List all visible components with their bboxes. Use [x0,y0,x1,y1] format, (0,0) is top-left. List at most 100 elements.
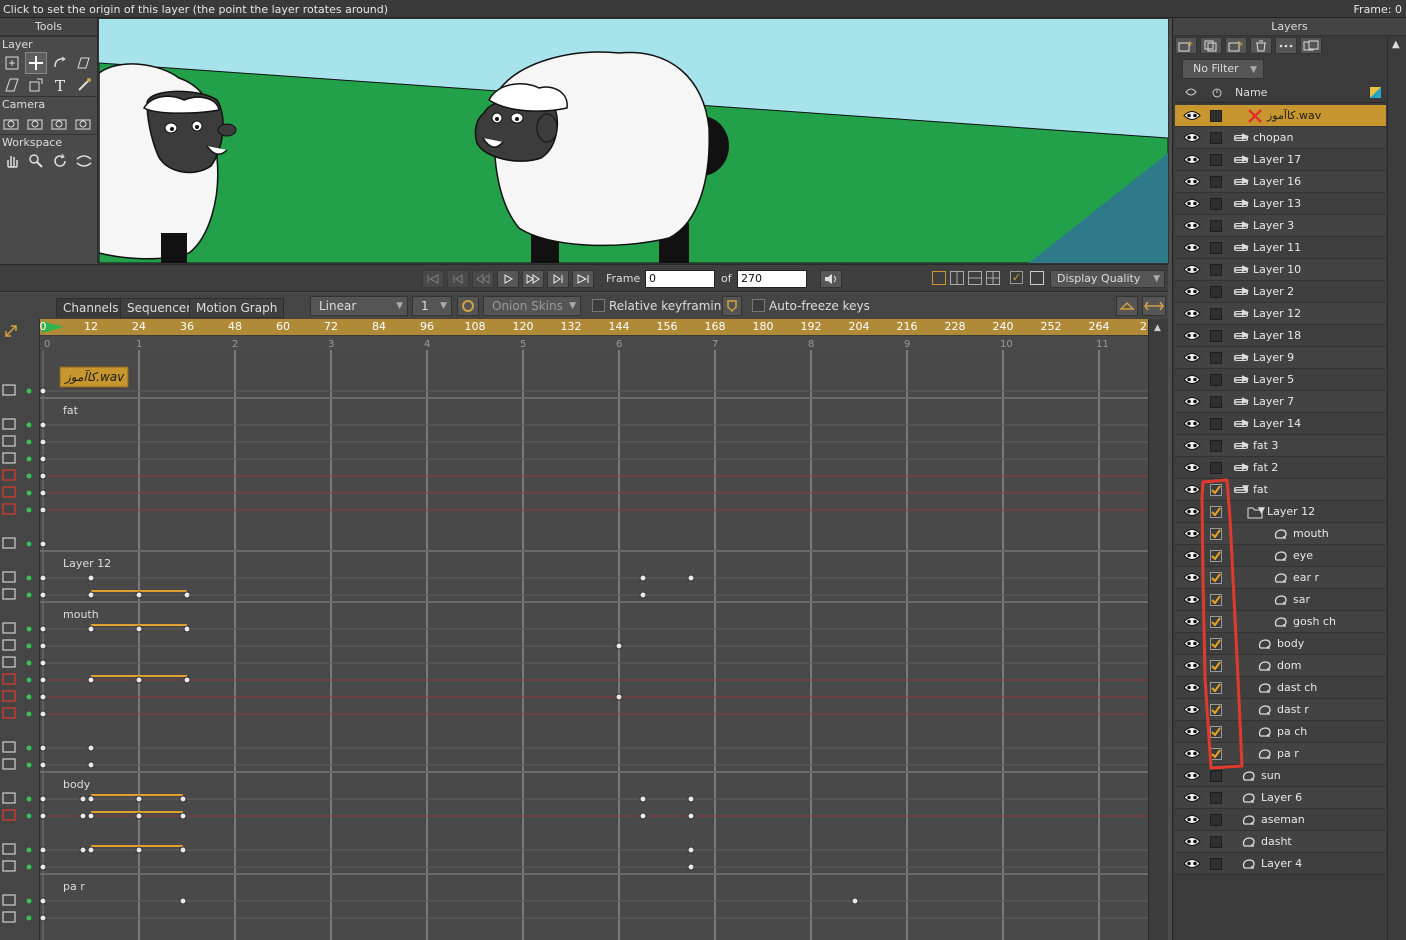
visibility-eye-icon[interactable] [1183,703,1201,716]
quad-view-icon[interactable] [986,271,1000,285]
visibility-eye-icon[interactable] [1183,285,1201,298]
transform-layer-tool-icon[interactable] [25,74,47,96]
text-tool-icon[interactable]: T [49,74,71,96]
freeze-keys-icon[interactable] [722,296,742,316]
layer-row[interactable]: ▶ Layer 2 [1175,281,1386,303]
interpolation-dropdown[interactable]: Linear ▼ [310,296,408,316]
layer-row[interactable]: ▶ Layer 7 [1175,391,1386,413]
visibility-eye-icon[interactable] [1183,483,1201,496]
visibility-eye-icon[interactable] [1183,813,1201,826]
layer-row[interactable]: ▶ Layer 12 [1175,303,1386,325]
visibility-eye-icon[interactable] [1183,241,1201,254]
layer-timing-checkbox[interactable] [1210,308,1222,320]
layer-timing-checkbox[interactable] [1210,572,1222,584]
layers-scrollbar[interactable]: ▲ [1387,37,1406,940]
layer-row[interactable]: ▶ Layer 10 [1175,259,1386,281]
visibility-eye-icon[interactable] [1183,857,1201,870]
timer-column-icon[interactable] [1211,86,1223,98]
group-layer-icon[interactable] [1300,37,1322,54]
layer-timing-checkbox[interactable] [1210,770,1222,782]
split-horizontal-view-icon[interactable] [968,271,982,285]
frame-ruler[interactable]: 0 12 24 36 48 60 72 84 96 108 120 132 144 156 168 180 19… [40,319,1148,336]
layer-timing-checkbox[interactable] [1210,638,1222,650]
go-to-end-icon[interactable] [572,270,594,288]
layer-timing-checkbox[interactable] [1210,660,1222,672]
visibility-eye-icon[interactable] [1183,549,1201,562]
layer-timing-checkbox[interactable] [1210,220,1222,232]
layer-row[interactable]: sun [1175,765,1386,787]
visibility-eye-icon[interactable] [1183,835,1201,848]
layer-row[interactable]: ▶ Layer 17 [1175,149,1386,171]
safe-area-icon[interactable] [1030,271,1044,285]
layer-row[interactable]: dom [1175,655,1386,677]
zoom-tool-icon[interactable] [25,150,47,172]
split-vertical-view-icon[interactable] [950,271,964,285]
visibility-eye-icon[interactable] [1183,681,1201,694]
collapse-up-icon[interactable] [1116,296,1138,316]
layer-timing-checkbox[interactable] [1210,462,1222,474]
layer-row[interactable]: Layer 4 [1175,853,1386,875]
layer-filter-dropdown[interactable]: No Filter ▼ [1182,59,1264,79]
layer-timing-checkbox[interactable] [1210,726,1222,738]
layer-timing-checkbox[interactable] [1210,506,1222,518]
more-options-icon[interactable] [1275,37,1297,54]
layer-timing-checkbox[interactable] [1210,418,1222,430]
layer-timing-checkbox[interactable] [1210,748,1222,760]
tab-channels[interactable]: Channels [56,298,126,318]
visibility-eye-icon[interactable] [1183,527,1201,540]
timeline-channels[interactable]: 0 1 2 3 4 5 6 7 8 9 10 11 کاآموز.wav fat Layer 12 mouth… [40,336,1148,940]
visibility-eye-icon[interactable] [1183,109,1201,122]
step-forward-icon[interactable] [522,270,544,288]
layer-timing-checkbox[interactable] [1210,704,1222,716]
layer-timing-checkbox[interactable] [1210,352,1222,364]
visibility-eye-icon[interactable] [1183,725,1201,738]
layer-row[interactable]: gosh ch [1175,611,1386,633]
set-origin-tool-icon[interactable] [25,52,47,74]
expand-timeline-icon[interactable] [1142,296,1166,316]
layer-timing-checkbox[interactable] [1210,374,1222,386]
canvas-viewport[interactable] [99,18,1168,263]
layer-row[interactable]: ▶ Layer 18 [1175,325,1386,347]
layer-timing-checkbox[interactable] [1210,682,1222,694]
layer-timing-checkbox[interactable] [1210,242,1222,254]
layer-row[interactable]: ▶ Layer 3 [1175,215,1386,237]
camera-pan-tilt-icon[interactable] [73,112,95,134]
visibility-eye-icon[interactable] [1183,373,1201,386]
layer-row[interactable]: mouth [1175,523,1386,545]
layer-row[interactable]: eye [1175,545,1386,567]
onion-skin-toggle-icon[interactable] [457,296,479,316]
visibility-eye-icon[interactable] [1183,263,1201,276]
quality-checkbox[interactable]: ✓ [1010,271,1023,284]
layer-row[interactable]: ▶ fat 3 [1175,435,1386,457]
visibility-eye-icon[interactable] [1183,351,1201,364]
layer-row[interactable]: ▼ fat [1175,479,1386,501]
layer-row[interactable]: ▶ Layer 16 [1175,171,1386,193]
keyframe-grid[interactable]: 0 1 2 3 4 5 6 7 8 9 10 11 کاآموز.wav fat Layer 12 mouth… [40,336,1148,940]
layer-row[interactable]: dast r [1175,699,1386,721]
layer-row[interactable]: ▶ fat 2 [1175,457,1386,479]
camera-zoom-icon[interactable] [25,112,47,134]
scroll-up-icon[interactable]: ▲ [1154,323,1161,333]
delete-layer-icon[interactable] [1250,37,1272,54]
visibility-eye-icon[interactable] [1183,593,1201,606]
layer-timing-checkbox[interactable] [1210,154,1222,166]
total-frames-input[interactable]: 270 [737,270,807,288]
audio-volume-icon[interactable] [820,270,842,288]
layer-timing-checkbox[interactable] [1210,528,1222,540]
visibility-eye-icon[interactable] [1183,307,1201,320]
layer-timing-checkbox[interactable] [1210,176,1222,188]
visibility-eye-icon[interactable] [1183,505,1201,518]
layer-timing-checkbox[interactable] [1210,836,1222,848]
layer-timing-checkbox[interactable] [1210,440,1222,452]
visibility-eye-icon[interactable] [1183,197,1201,210]
hand-tool-icon[interactable] [1,150,23,172]
visibility-eye-icon[interactable] [1183,791,1201,804]
visibility-eye-icon[interactable] [1183,637,1201,650]
visibility-eye-icon[interactable] [1183,219,1201,232]
new-layer-icon[interactable] [1175,37,1197,54]
visibility-eye-icon[interactable] [1183,329,1201,342]
layer-timing-checkbox[interactable] [1210,814,1222,826]
scroll-up-icon[interactable]: ▲ [1392,39,1400,50]
shear-layer-tool-icon[interactable] [73,52,95,74]
layer-row[interactable]: ▶ Layer 5 [1175,369,1386,391]
